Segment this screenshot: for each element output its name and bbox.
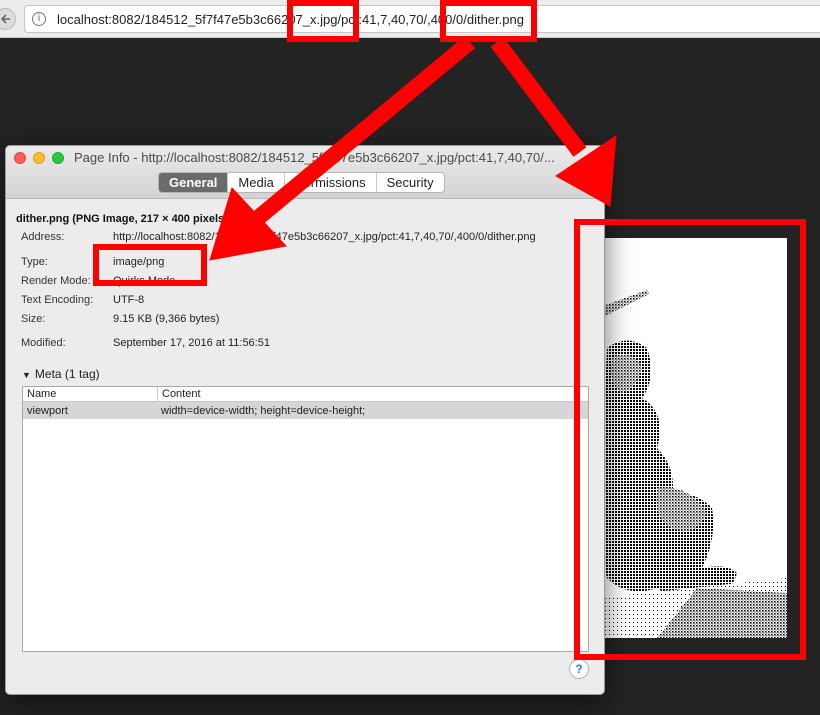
annotation-arrows xyxy=(209,35,617,261)
arrow-to-type xyxy=(252,35,476,225)
arrow-to-image xyxy=(490,37,587,157)
arrow-to-image-head xyxy=(555,135,617,207)
